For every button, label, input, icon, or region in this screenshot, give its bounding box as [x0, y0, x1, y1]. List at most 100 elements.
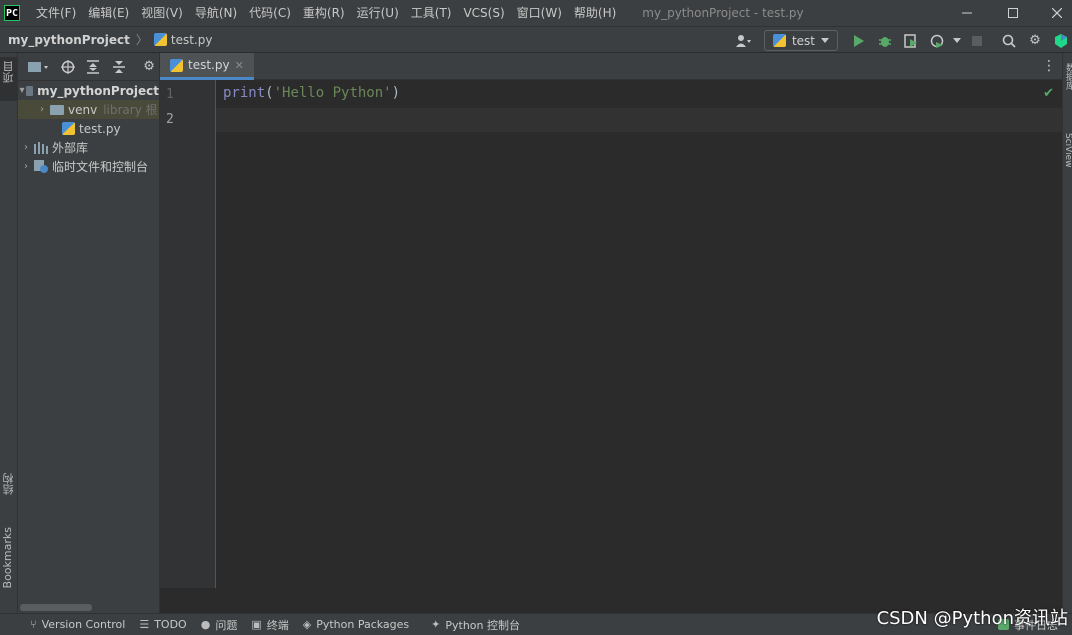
breadcrumb-file-label: test.py — [170, 32, 213, 47]
menu-code[interactable]: 代码(C) — [243, 0, 297, 26]
project-view-selector[interactable] — [26, 57, 52, 77]
tree-label-project-root: my_pythonProject — [37, 83, 159, 98]
collapse-all-icon — [113, 60, 126, 73]
more-run-options-button[interactable] — [952, 30, 962, 52]
run-with-coverage-button[interactable] — [900, 30, 922, 52]
maximize-button[interactable] — [990, 0, 1036, 26]
user-menu-button[interactable] — [732, 30, 754, 52]
tree-item-project-root[interactable]: ▾ my_pythonProject — [18, 81, 159, 100]
python-console-tab[interactable]: ✦ Python 控制台 — [431, 617, 520, 633]
run-toolbar: test ⚙ — [730, 27, 1072, 54]
more-options-icon[interactable]: ⋮ — [1042, 58, 1056, 74]
terminal-tab[interactable]: ▣ 终端 — [251, 617, 288, 633]
no-problems-check-icon[interactable]: ✔ — [1043, 86, 1054, 101]
python-console-icon: ✦ — [431, 618, 441, 631]
jetbrains-plugin-button[interactable] — [1050, 30, 1072, 52]
gear-icon: ⚙ — [143, 59, 155, 74]
python-file-icon — [170, 58, 183, 72]
project-panel: ⚙ ▾ my_pythonProject › venv library 根 te… — [18, 53, 160, 613]
select-opened-file-button[interactable] — [58, 57, 78, 77]
tree-item-scratches[interactable]: › 临时文件和控制台 — [18, 157, 159, 176]
expand-all-button[interactable] — [84, 57, 104, 77]
minimize-button[interactable] — [944, 0, 990, 26]
search-everywhere-button[interactable] — [998, 30, 1020, 52]
project-tool-label: 项目 — [2, 61, 15, 83]
code-punct: ( — [265, 85, 274, 101]
collapse-all-button[interactable] — [109, 57, 129, 77]
problems-label: 问题 — [215, 618, 238, 632]
close-window-button[interactable] — [1034, 0, 1072, 26]
menu-window[interactable]: 窗口(W) — [511, 0, 568, 26]
version-control-tab[interactable]: ⑂ Version Control — [30, 618, 125, 631]
profile-button[interactable] — [926, 30, 948, 52]
breadcrumb-project[interactable]: my_pythonProject — [8, 33, 130, 47]
python-file-icon — [62, 122, 75, 135]
debug-button[interactable] — [874, 30, 896, 52]
breadcrumb-separator: 〉 — [135, 33, 148, 47]
menu-run[interactable]: 运行(U) — [351, 0, 405, 26]
current-line-highlight — [216, 108, 1062, 132]
library-icon — [34, 141, 48, 154]
left-tool-stripe: 项目 结构 Bookmarks — [0, 53, 18, 613]
close-tab-icon[interactable]: ✕ — [235, 59, 244, 72]
line-number: 2 — [166, 112, 174, 127]
bookmarks-tool-label: Bookmarks — [1, 527, 14, 589]
chevron-down-icon — [821, 37, 829, 43]
scratches-icon — [34, 160, 48, 173]
folder-icon — [50, 104, 64, 115]
line-number: 1 — [166, 87, 174, 102]
python-packages-tab[interactable]: ◈ Python Packages — [303, 618, 409, 631]
menu-tools[interactable]: 工具(T) — [405, 0, 458, 26]
tree-item-test-py[interactable]: test.py — [18, 119, 159, 138]
terminal-icon: ▣ — [251, 618, 262, 631]
sciview-tool-label[interactable]: SciView — [1063, 133, 1072, 168]
menu-navigate[interactable]: 导航(N) — [189, 0, 243, 26]
branch-icon: ⑂ — [30, 618, 37, 631]
tab-label: test.py — [188, 58, 230, 72]
structure-tool-button[interactable]: 结构 — [0, 473, 17, 513]
code-builtin: print — [223, 85, 266, 101]
python-packages-label: Python Packages — [316, 618, 410, 631]
python-console-label: Python 控制台 — [445, 618, 521, 632]
window-title: my_pythonProject - test.py — [642, 6, 804, 20]
packages-icon: ◈ — [302, 618, 312, 631]
menu-help[interactable]: 帮助(H) — [568, 0, 622, 26]
breadcrumb-file[interactable]: test.py — [153, 32, 213, 47]
project-settings-button[interactable]: ⚙ — [139, 57, 159, 77]
tree-hint-library-root: library 根 — [103, 103, 158, 117]
settings-button[interactable]: ⚙ — [1024, 30, 1046, 52]
run-icon — [854, 34, 864, 47]
debug-bug-icon — [879, 36, 891, 47]
tree-item-external-libraries[interactable]: › 外部库 — [18, 138, 159, 157]
menu-edit[interactable]: 编辑(E) — [82, 0, 135, 26]
menu-file[interactable]: 文件(F) — [30, 0, 82, 26]
structure-tool-label: 结构 — [2, 473, 15, 495]
tab-test-py[interactable]: test.py ✕ — [160, 53, 254, 80]
menu-view[interactable]: 视图(V) — [135, 0, 189, 26]
database-tool-label[interactable]: 数据库 — [1063, 63, 1072, 90]
navigation-bar: my_pythonProject 〉 test.py test ⚙ — [0, 26, 1072, 53]
chevron-right-icon: › — [24, 142, 28, 153]
minimize-icon — [962, 12, 972, 14]
tree-label-test-py: test.py — [79, 121, 121, 136]
bookmarks-tool-button[interactable]: Bookmarks — [0, 527, 17, 605]
menu-refactor[interactable]: 重构(R) — [297, 0, 351, 26]
tree-label-venv: venv — [68, 102, 98, 117]
python-config-icon — [772, 34, 786, 47]
run-button[interactable] — [848, 30, 870, 52]
crosshair-icon — [60, 59, 75, 74]
coverage-icon — [904, 33, 917, 48]
tree-item-venv[interactable]: › venv library 根 — [18, 100, 159, 119]
tree-label-external-libraries: 外部库 — [52, 141, 89, 155]
code-editor[interactable]: print('Hello Python') ✔ — [216, 80, 1062, 588]
problems-tab[interactable]: ● 问题 — [201, 617, 238, 633]
menu-vcs[interactable]: VCS(S) — [457, 0, 510, 26]
run-config-selector[interactable]: test — [763, 30, 838, 51]
pycharm-logo-icon: PC — [4, 5, 20, 21]
maximize-icon — [1008, 8, 1018, 18]
tree-label-scratches: 临时文件和控制台 — [52, 160, 149, 174]
horizontal-scrollbar[interactable] — [20, 604, 92, 611]
todo-tab[interactable]: ☰ TODO — [139, 618, 186, 631]
stop-button[interactable] — [966, 30, 988, 52]
project-tool-button[interactable]: 项目 — [0, 57, 17, 101]
